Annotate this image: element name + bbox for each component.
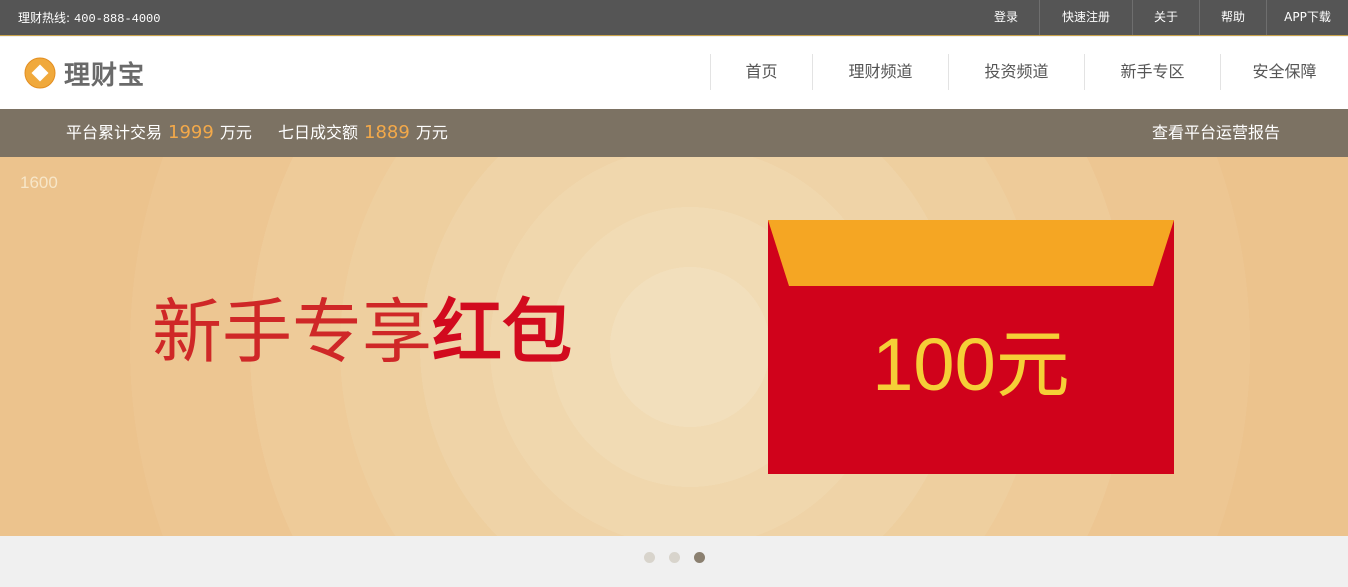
logo-text: 理财宝 <box>64 60 146 91</box>
main-header: 理财宝 首页 理财频道 投资频道 新手专区 安全保障 <box>0 37 1348 109</box>
carousel-dot-3[interactable] <box>694 552 705 563</box>
hotline-label: 理财热线: <box>18 11 71 25</box>
week-trade-value: 1889 <box>364 122 410 143</box>
headline-regular: 新手专享 <box>152 291 432 373</box>
banner-size-label: 1600 <box>20 173 58 192</box>
stats-bar: 平台累计交易 1999 万元 七日成交额 1889 万元 查看平台运营报告 <box>0 109 1348 157</box>
quick-register-link[interactable]: 快速注册 <box>1039 0 1132 35</box>
week-trade-unit: 万元 <box>415 123 448 142</box>
carousel-dot-1[interactable] <box>644 552 655 563</box>
main-nav: 首页 理财频道 投资频道 新手专区 安全保障 <box>710 54 1348 90</box>
headline-bold: 红包 <box>432 291 572 373</box>
envelope-amount: 100元 <box>872 323 1070 406</box>
red-envelope: 100元 <box>768 220 1174 474</box>
nav-newbie-zone[interactable]: 新手专区 <box>1084 54 1220 90</box>
carousel-dot-2[interactable] <box>669 552 680 563</box>
total-trade-stat: 平台累计交易 1999 万元 <box>66 109 252 157</box>
nav-home[interactable]: 首页 <box>710 54 812 90</box>
top-links: 登录 快速注册 关于 帮助 APP下载 <box>973 0 1348 35</box>
app-download-link[interactable]: APP下载 <box>1266 0 1348 35</box>
carousel-dots <box>644 552 719 563</box>
nav-security[interactable]: 安全保障 <box>1220 54 1348 90</box>
login-link[interactable]: 登录 <box>973 0 1039 35</box>
logo[interactable]: 理财宝 <box>24 54 145 92</box>
week-trade-label: 七日成交额 <box>278 123 359 142</box>
week-trade-stat: 七日成交额 1889 万元 <box>278 109 448 157</box>
logo-icon <box>24 57 56 89</box>
hotline-number: 400-888-4000 <box>74 12 161 26</box>
help-link[interactable]: 帮助 <box>1199 0 1266 35</box>
nav-finance-channel[interactable]: 理财频道 <box>812 54 948 90</box>
hotline: 理财热线: 400-888-4000 <box>18 10 160 27</box>
total-trade-value: 1999 <box>168 122 214 143</box>
total-trade-label: 平台累计交易 <box>66 123 163 142</box>
total-trade-unit: 万元 <box>219 123 252 142</box>
promo-banner[interactable]: 1600 新手专享红包 100元 <box>0 157 1348 536</box>
operation-report-link[interactable]: 查看平台运营报告 <box>1152 109 1280 157</box>
nav-investment-channel[interactable]: 投资频道 <box>948 54 1084 90</box>
banner-headline: 新手专享红包 <box>152 287 572 377</box>
top-bar: 理财热线: 400-888-4000 登录 快速注册 关于 帮助 APP下载 <box>0 0 1348 36</box>
about-link[interactable]: 关于 <box>1132 0 1199 35</box>
